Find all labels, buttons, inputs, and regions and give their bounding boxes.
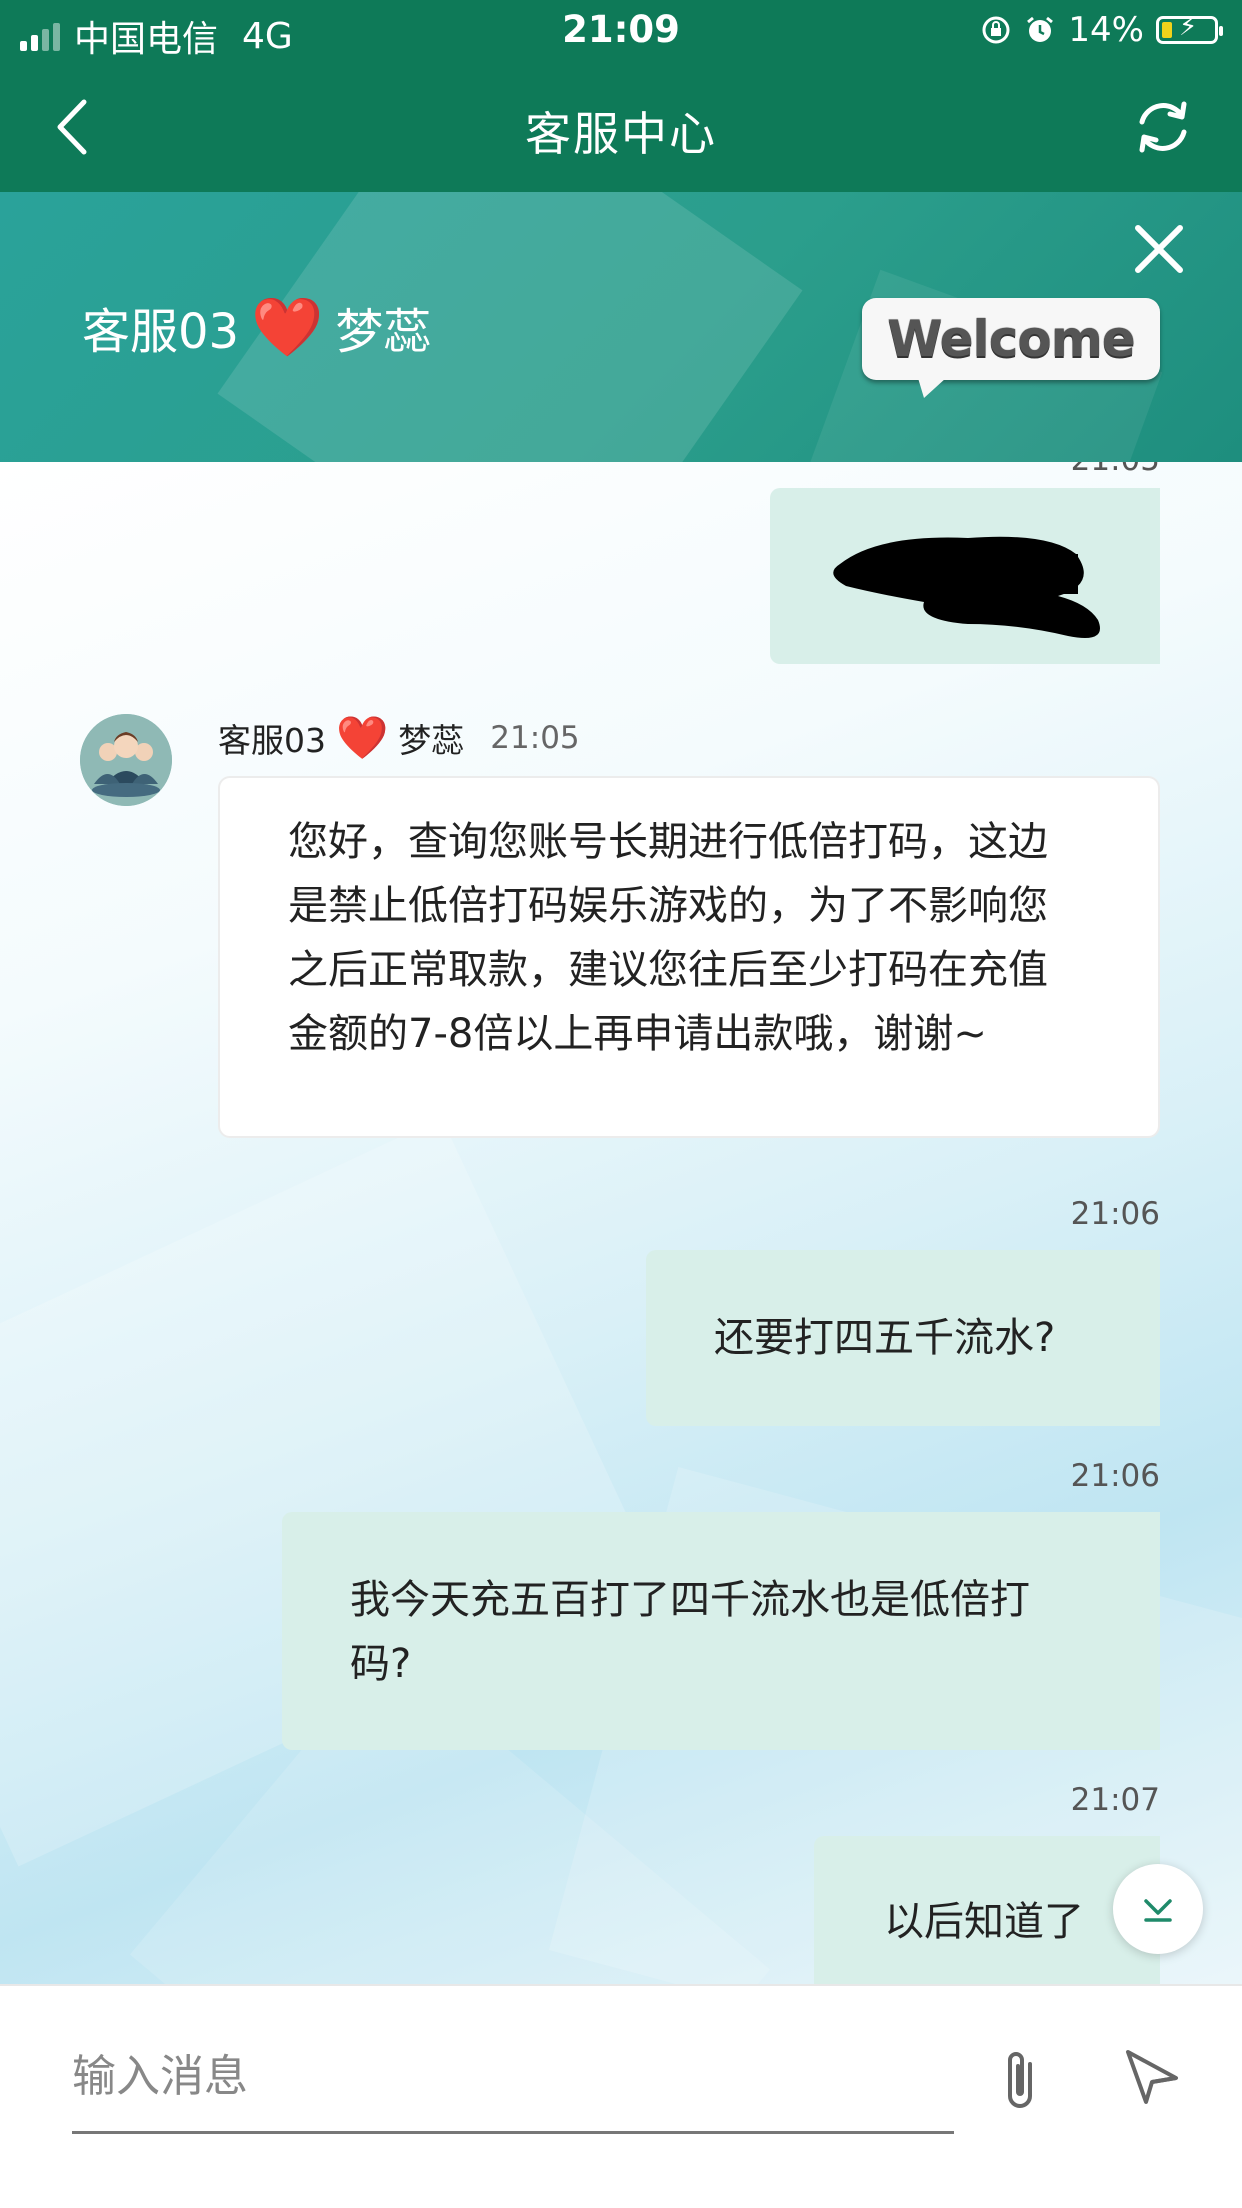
message-text: 还要打四五千流水? bbox=[714, 1315, 1056, 1361]
orientation-lock-icon bbox=[982, 16, 1010, 44]
sender-name-prefix: 客服03 bbox=[218, 721, 326, 760]
message-line: 您好，查询您账号长期进行低倍打码，这边 bbox=[288, 819, 1048, 865]
message-input-bar bbox=[0, 1984, 1242, 2208]
chevron-down-icon bbox=[1144, 1899, 1172, 1922]
message-line: 金额的7-8倍以上再申请出款哦，谢谢~ bbox=[288, 1011, 987, 1057]
message-time: 21:06 bbox=[1070, 1196, 1160, 1232]
battery-charging-icon: ⚡ bbox=[1156, 14, 1223, 44]
close-icon[interactable] bbox=[1132, 222, 1186, 276]
redaction-scribble bbox=[833, 536, 1100, 638]
agent-name-prefix: 客服03 bbox=[82, 304, 240, 360]
welcome-badge: Welcome bbox=[862, 298, 1160, 398]
outgoing-message-bubble: 我今天充五百打了四千流水也是低倍打 码? bbox=[282, 1512, 1160, 1750]
message-line: 我今天充五百打了四千流水也是低倍打 bbox=[350, 1577, 1030, 1623]
outgoing-message-bubble: 还要打四五千流水? bbox=[646, 1250, 1160, 1426]
nav-bar: 客服中心 bbox=[0, 62, 1242, 192]
message-input[interactable] bbox=[72, 2022, 954, 2134]
heart-icon: ❤️ bbox=[336, 713, 389, 762]
outgoing-message-bubble bbox=[770, 488, 1160, 664]
agent-name: 客服03 ❤️ 梦蕊 bbox=[82, 292, 431, 362]
scroll-to-bottom-button[interactable] bbox=[1113, 1864, 1203, 1954]
message-line: 是禁止低倍打码娱乐游戏的，为了不影响您 bbox=[288, 883, 1048, 929]
agent-banner: 客服03 ❤️ 梦蕊 Welcome bbox=[0, 192, 1242, 462]
message-time: 21:05 bbox=[1071, 462, 1160, 478]
heart-icon: ❤️ bbox=[251, 293, 324, 361]
alarm-icon bbox=[1027, 16, 1054, 42]
agent-avatar bbox=[80, 714, 172, 806]
paperclip-icon[interactable] bbox=[994, 2042, 1046, 2114]
page-title: 客服中心 bbox=[525, 107, 717, 161]
incoming-message-bubble: 您好，查询您账号长期进行低倍打码，这边 是禁止低倍打码娱乐游戏的，为了不影响您 … bbox=[218, 776, 1160, 1138]
outgoing-message-bubble: 以后知道了 bbox=[814, 1836, 1160, 1984]
sender-line: 客服03 ❤️ 梦蕊 21:05 bbox=[218, 714, 580, 762]
message-time: 21:06 bbox=[1070, 1458, 1160, 1494]
send-icon[interactable] bbox=[1122, 2044, 1182, 2108]
status-bar: 中国电信 4G 21:09 14% ⚡ bbox=[0, 0, 1242, 62]
message-line: 之后正常取款，建议您往后至少打码在充值 bbox=[288, 947, 1048, 993]
welcome-text: Welcome bbox=[887, 310, 1135, 368]
message-time: 21:05 bbox=[490, 720, 580, 756]
chat-area[interactable]: 21:05 客服03 ❤️ 梦蕊 21:05 您好，查询您账号长期进行低倍打码，… bbox=[0, 462, 1242, 1984]
agent-name-suffix: 梦蕊 bbox=[335, 304, 432, 360]
battery-percent: 14% bbox=[1068, 10, 1144, 50]
message-time: 21:07 bbox=[1070, 1782, 1160, 1818]
refresh-icon[interactable] bbox=[1128, 92, 1198, 162]
sender-name-suffix: 梦蕊 bbox=[398, 721, 465, 760]
message-line: 码? bbox=[350, 1641, 412, 1687]
